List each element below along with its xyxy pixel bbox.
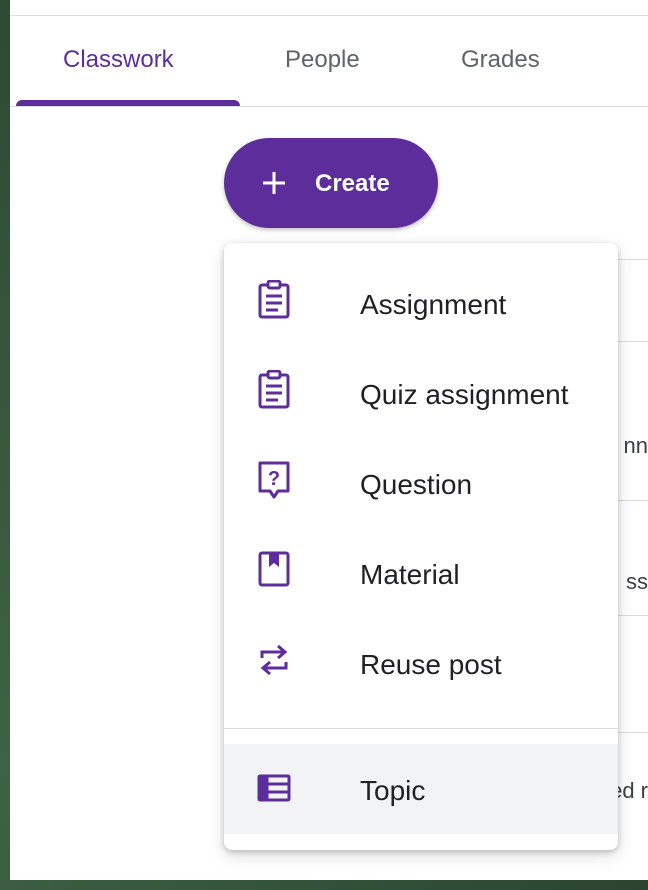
plus-icon bbox=[260, 169, 288, 202]
create-button[interactable]: Create bbox=[224, 138, 438, 228]
topic-icon bbox=[256, 770, 292, 810]
list-item-fragment: ss bbox=[626, 569, 648, 594]
assignment-icon bbox=[256, 279, 292, 320]
tab-classwork[interactable]: Classwork bbox=[63, 46, 174, 74]
menu-item-label: Quiz assignment bbox=[360, 379, 569, 410]
svg-text:?: ? bbox=[268, 468, 280, 490]
active-tab-indicator bbox=[16, 100, 240, 106]
quiz-assignment-icon bbox=[256, 369, 292, 410]
reuse-icon bbox=[256, 640, 292, 680]
menu-item-label: Topic bbox=[360, 775, 426, 806]
menu-item-label: Question bbox=[360, 469, 473, 500]
list-item-fragment: nn bbox=[623, 433, 648, 458]
tab-grades[interactable]: Grades bbox=[461, 46, 540, 74]
create-menu: Assignment Quiz assignment ? Question Ma… bbox=[224, 243, 618, 850]
menu-item-topic[interactable]: Topic bbox=[224, 744, 618, 834]
tab-people[interactable]: People bbox=[285, 46, 360, 74]
menu-item-label: Assignment bbox=[360, 289, 507, 320]
menu-item-question[interactable]: ? Question bbox=[224, 438, 618, 528]
menu-item-material[interactable]: Material bbox=[224, 528, 618, 618]
menu-item-quiz-assignment[interactable]: Quiz assignment bbox=[224, 348, 618, 438]
material-icon bbox=[256, 550, 292, 590]
classroom-window: Classwork People Grades Create nn ss ed … bbox=[10, 0, 648, 880]
menu-item-assignment[interactable]: Assignment bbox=[224, 258, 618, 348]
create-button-label: Create bbox=[315, 170, 390, 197]
question-icon: ? bbox=[256, 460, 292, 500]
menu-item-reuse-post[interactable]: Reuse post bbox=[224, 618, 618, 708]
menu-item-label: Reuse post bbox=[360, 649, 502, 680]
tab-bar: Classwork People Grades bbox=[10, 16, 648, 107]
menu-divider bbox=[224, 728, 618, 729]
menu-item-label: Material bbox=[360, 559, 460, 590]
